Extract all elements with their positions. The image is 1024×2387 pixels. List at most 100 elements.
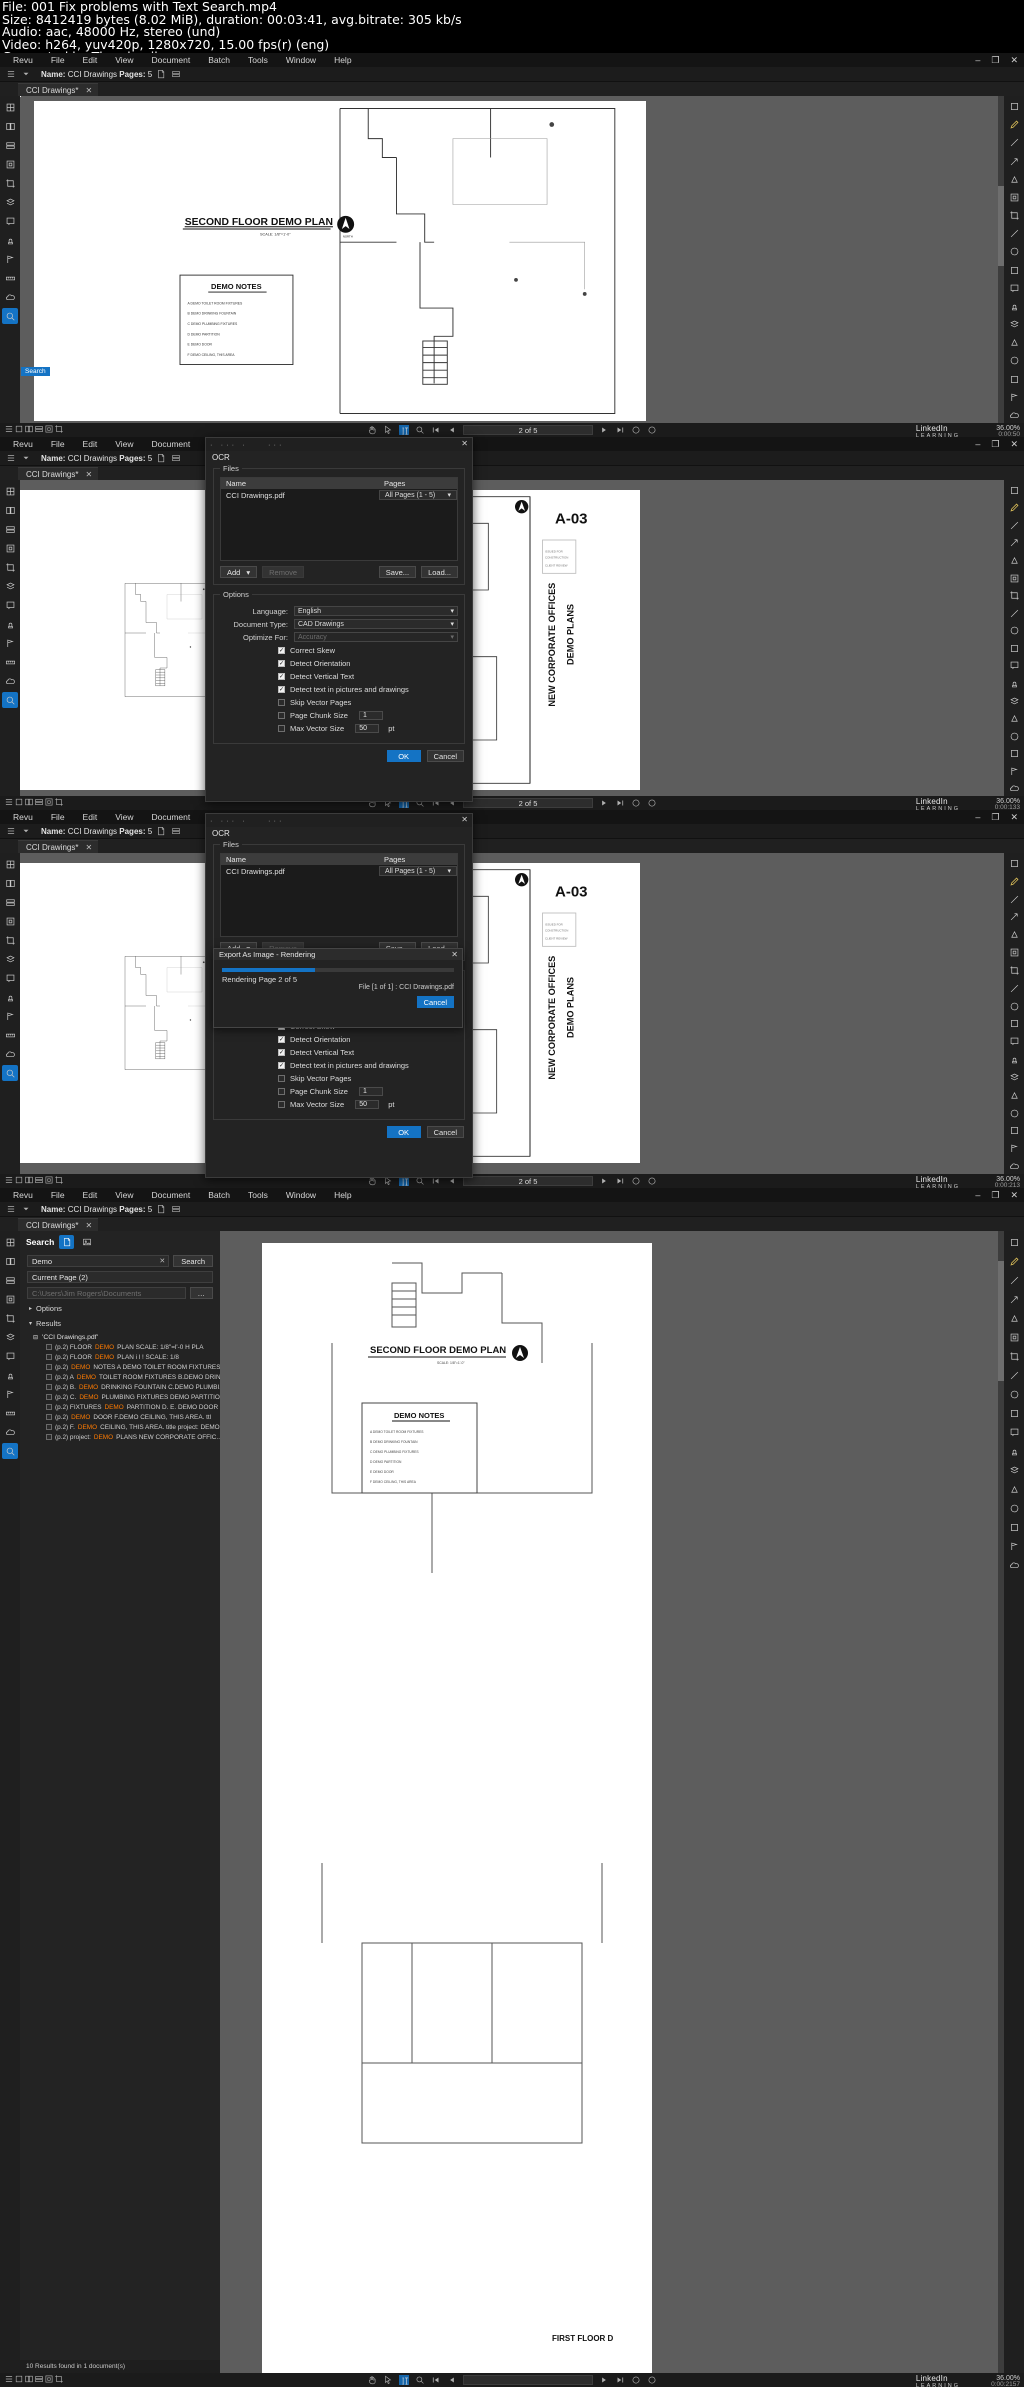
previous-page-button[interactable] (447, 2375, 457, 2385)
maximize-button[interactable]: ❐ (991, 1190, 999, 1201)
right-rail-stamp-11-button[interactable] (1006, 676, 1022, 691)
chevron-down-icon[interactable] (21, 826, 31, 836)
menu-item-file[interactable]: File (42, 55, 74, 65)
search-results-section[interactable]: ▾ Results (20, 1316, 220, 1331)
right-rail-line-7-button[interactable] (1006, 606, 1022, 621)
right-rail-circle-8-button[interactable] (1006, 999, 1022, 1014)
new-document-icon[interactable] (156, 453, 166, 463)
checkbox-value-5[interactable]: 1 (358, 1087, 383, 1096)
menu-item-revu[interactable]: Revu (4, 55, 42, 65)
search-result-item[interactable]: (p.2) B. DEMO DRINKING FOUNTAIN C.DEMO PL… (20, 1382, 225, 1392)
right-rail-sq-9-button[interactable] (1006, 1016, 1022, 1031)
right-rail-tri-13-button[interactable] (1006, 335, 1022, 350)
status-sq-1-button[interactable] (14, 1175, 24, 1185)
menu-item-edit[interactable]: Edit (74, 439, 107, 449)
right-rail-pen-1-button[interactable] (1006, 117, 1022, 132)
tab-cci-drawings[interactable]: CCI Drawings* ✕ (18, 840, 99, 853)
left-rail-fit-button[interactable] (2, 156, 18, 172)
right-rail-circle-14-button[interactable] (1006, 1106, 1022, 1121)
tab-close-icon[interactable]: ✕ (85, 470, 92, 479)
pan-tool-button[interactable] (367, 2375, 377, 2385)
page-layout-icon[interactable] (171, 453, 181, 463)
status-crop-5-button[interactable] (54, 2374, 64, 2384)
menu-item-view[interactable]: View (106, 812, 142, 822)
search-result-item[interactable]: (p.2) FIXTURES DEMO PARTITION D. E. DEMO… (20, 1402, 228, 1412)
left-rail-grid-button[interactable] (2, 483, 18, 499)
menu-item-document[interactable]: Document (142, 439, 199, 449)
hamburger-icon[interactable] (6, 453, 16, 463)
right-rail-stamp-11-button[interactable] (1006, 299, 1022, 314)
checkbox-5[interactable] (278, 712, 285, 719)
menu-item-help[interactable]: Help (325, 55, 360, 65)
right-rail-arr2-3-button[interactable] (1006, 536, 1022, 551)
page-layout-icon[interactable] (171, 1204, 181, 1214)
left-rail-grid-button[interactable] (2, 856, 18, 872)
next-page-button[interactable] (599, 1176, 609, 1186)
right-rail-layers-12-button[interactable] (1006, 1070, 1022, 1085)
checkbox-0[interactable]: ✓ (278, 647, 285, 654)
right-rail-line-2-button[interactable] (1006, 1272, 1022, 1288)
left-rail-layers-button[interactable] (2, 1329, 18, 1345)
status-fit-4-button[interactable] (44, 1175, 54, 1185)
zoom-in-button[interactable] (647, 1176, 657, 1186)
status-book-2-button[interactable] (24, 1175, 34, 1185)
status-menu-0-button[interactable] (4, 424, 14, 434)
left-rail-stamp-button[interactable] (2, 616, 18, 632)
menu-item-revu[interactable]: Revu (4, 439, 42, 449)
left-rail-layers-button[interactable] (2, 951, 18, 967)
scrollbar-thumb[interactable] (998, 186, 1004, 266)
new-document-icon[interactable] (156, 69, 166, 79)
tab-close-icon[interactable]: ✕ (85, 843, 92, 852)
right-rail-pen-1-button[interactable] (1006, 874, 1022, 889)
checkbox-4[interactable] (278, 699, 285, 706)
right-rail-arr2-3-button[interactable] (1006, 154, 1022, 169)
left-rail-rows-button[interactable] (2, 521, 18, 537)
right-rail-note-10-button[interactable] (1006, 1034, 1022, 1049)
left-rail-ruler-button[interactable] (2, 1027, 18, 1043)
visual-search-icon[interactable] (79, 1235, 94, 1249)
right-rail-line-2-button[interactable] (1006, 135, 1022, 150)
menu-item-view[interactable]: View (106, 55, 142, 65)
expand-toggle-icon[interactable]: ⊟ (33, 1334, 38, 1341)
cancel-button[interactable]: Cancel (426, 750, 464, 762)
status-menu-0-button[interactable] (4, 797, 14, 807)
right-rail-fit-5-button[interactable] (1006, 1329, 1022, 1345)
left-rail-ruler-button[interactable] (2, 654, 18, 670)
zoom-tool-button[interactable] (415, 2375, 425, 2385)
right-rail-sq-15-button[interactable] (1006, 1519, 1022, 1535)
right-rail-sq-0-button[interactable] (1006, 483, 1022, 498)
left-rail-rows-button[interactable] (2, 137, 18, 153)
files-table-row[interactable]: CCI Drawings.pdf All Pages (1 - 5) ▾ (221, 865, 457, 877)
pdf-canvas[interactable]: SECOND FLOOR DEMO PLAN SCALE: 1/8"=1'-0" D… (220, 1231, 1004, 2373)
status-rows-3-button[interactable] (34, 1175, 44, 1185)
left-rail-flag-button[interactable] (2, 1386, 18, 1402)
right-rail-crop-6-button[interactable] (1006, 588, 1022, 603)
checkbox-value-6[interactable]: 50 (355, 724, 380, 733)
left-rail-note-button[interactable] (2, 597, 18, 613)
ok-button[interactable]: OK (386, 750, 421, 762)
option-select-1[interactable]: CAD Drawings ▾ (294, 619, 458, 629)
tab-close-icon[interactable]: ✕ (85, 1221, 92, 1230)
right-rail-circle-8-button[interactable] (1006, 1386, 1022, 1402)
tab-cci-drawings[interactable]: CCI Drawings* ✕ (18, 467, 99, 480)
close-button[interactable]: ✕ (1010, 812, 1018, 823)
right-rail-note-10-button[interactable] (1006, 281, 1022, 296)
minimize-button[interactable]: – (975, 439, 980, 449)
close-button[interactable]: ✕ (1010, 55, 1018, 66)
right-rail-sq-0-button[interactable] (1006, 1234, 1022, 1250)
result-checkbox[interactable] (46, 1384, 52, 1390)
left-rail-zoom-button[interactable] (2, 692, 18, 708)
right-rail-circle-8-button[interactable] (1006, 624, 1022, 639)
menu-item-revu[interactable]: Revu (4, 1190, 42, 1200)
right-rail-line-7-button[interactable] (1006, 226, 1022, 241)
right-rail-circle-8-button[interactable] (1006, 244, 1022, 259)
search-path-input[interactable]: C:\Users\Jim Rogers\Documents (27, 1287, 186, 1299)
checkbox-6[interactable] (278, 725, 285, 732)
result-checkbox[interactable] (46, 1394, 52, 1400)
search-result-item[interactable]: (p.2) A DEMO TOILET ROOM FIXTURES B.DEMO… (20, 1372, 226, 1382)
result-checkbox[interactable] (46, 1404, 52, 1410)
menu-item-view[interactable]: View (106, 1190, 142, 1200)
select-tool-button[interactable] (383, 425, 393, 435)
minimize-button[interactable]: – (975, 55, 980, 65)
maximize-button[interactable]: ❐ (991, 812, 999, 823)
